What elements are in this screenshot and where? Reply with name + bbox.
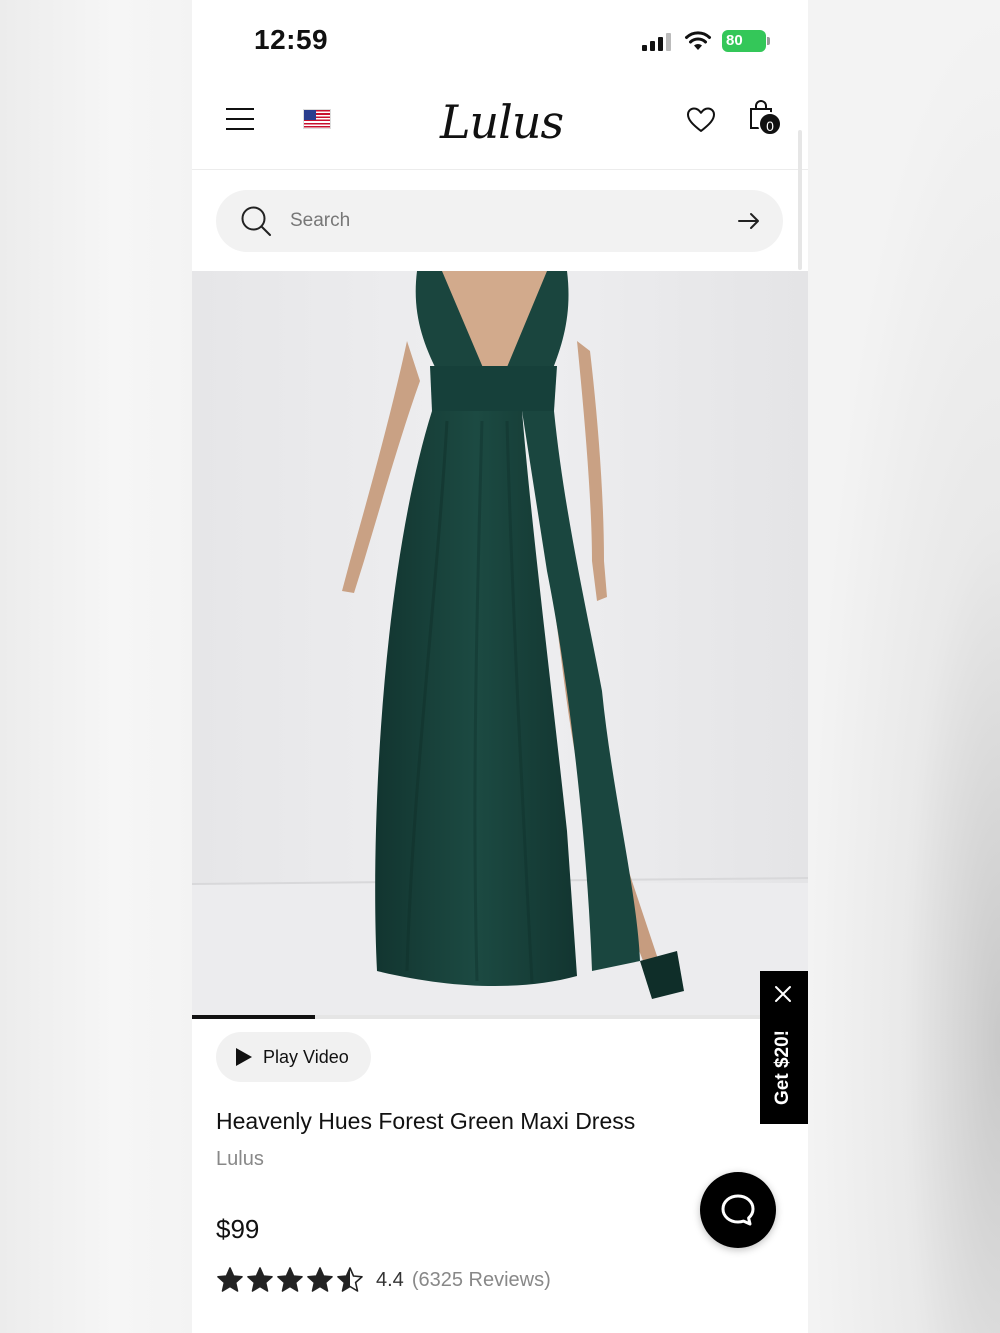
star-full-icon: [307, 1267, 333, 1292]
search-bar[interactable]: [216, 190, 783, 252]
product-price: $99: [216, 1214, 260, 1244]
us-flag-icon[interactable]: [303, 109, 331, 129]
arrow-right-icon[interactable]: [738, 212, 760, 230]
search-input[interactable]: [290, 204, 710, 238]
battery-tip: [767, 37, 770, 45]
search-icon: [241, 206, 271, 236]
star-full-icon: [277, 1267, 303, 1292]
battery-level: 80: [726, 32, 743, 49]
lulus-logo[interactable]: Lulus: [440, 94, 564, 150]
play-video-button[interactable]: Play Video: [216, 1032, 371, 1082]
play-icon: [236, 1048, 252, 1066]
close-icon[interactable]: [774, 985, 792, 1003]
promo-tab[interactable]: Get $20!: [760, 971, 808, 1124]
menu-icon[interactable]: [226, 108, 254, 130]
background-blur-left: [0, 0, 192, 1333]
scrollbar[interactable]: [798, 130, 802, 270]
cellular-signal-icon: [642, 33, 674, 51]
play-video-label: Play Video: [263, 1046, 349, 1067]
site-header: Lulus 0: [192, 80, 808, 170]
product-title: Heavenly Hues Forest Green Maxi Dress: [216, 1108, 636, 1134]
rating-row[interactable]: 4.4 (6325 Reviews): [216, 1264, 551, 1296]
carousel-progress-bar: [192, 1015, 316, 1019]
carousel-progress-track: [192, 1015, 808, 1019]
promo-label[interactable]: Get $20!: [772, 1030, 794, 1105]
product-brand[interactable]: Lulus: [216, 1148, 264, 1171]
chat-button[interactable]: [700, 1172, 776, 1248]
chat-icon: [721, 1194, 755, 1226]
product-image[interactable]: [192, 271, 808, 1018]
cart-count-badge: 0: [758, 112, 782, 136]
star-rating: [216, 1266, 366, 1294]
background-blur-right: [808, 0, 1000, 1333]
review-count[interactable]: (6325 Reviews): [412, 1269, 551, 1292]
wifi-icon: [685, 31, 711, 50]
status-bar: 12:59 80: [192, 0, 808, 80]
star-half-icon: [337, 1267, 363, 1292]
battery-indicator: 80: [722, 30, 766, 52]
heart-icon[interactable]: [686, 106, 716, 134]
status-time: 12:59: [254, 24, 329, 55]
rating-value: 4.4: [376, 1268, 404, 1291]
phone-screen: 12:59 80 Lulus 0 Search Play Video Get $…: [192, 0, 808, 1333]
star-full-icon: [247, 1267, 273, 1292]
star-full-icon: [217, 1267, 243, 1292]
